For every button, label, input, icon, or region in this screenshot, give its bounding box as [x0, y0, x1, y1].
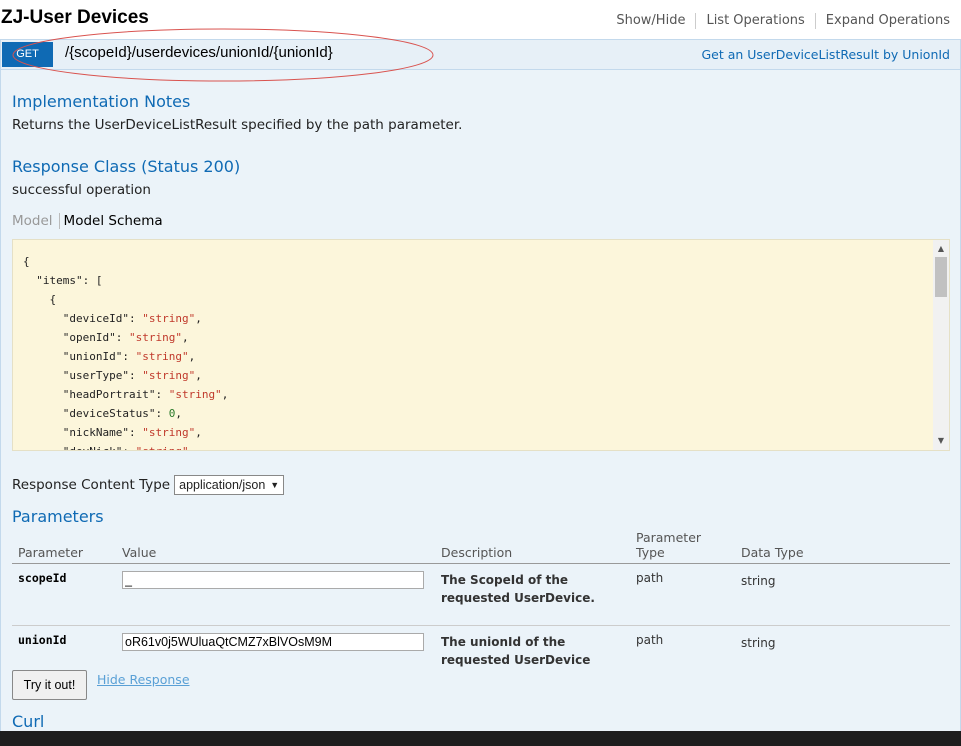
curl-heading: Curl — [12, 712, 45, 731]
param-description: The ScopeId of the requested UserDevice. — [435, 563, 630, 626]
response-content-type-label: Response Content Type — [12, 477, 171, 493]
resource-links: Show/Hide List Operations Expand Operati… — [616, 13, 950, 29]
column-header-value: Value — [116, 530, 435, 564]
tab-model-schema[interactable]: Model Schema — [60, 213, 163, 229]
expand-operations-link[interactable]: Expand Operations — [814, 13, 950, 29]
response-content-type-select[interactable]: application/json ▼ — [174, 475, 285, 495]
model-schema-box[interactable]: { "items": [ { "deviceId": "string", "op… — [12, 239, 950, 451]
column-header-parameter-type: Parameter Type — [630, 530, 735, 564]
table-row: unionId The unionId of the requested Use… — [12, 626, 950, 678]
response-class-heading: Response Class (Status 200) — [12, 157, 241, 176]
parameters-table: Parameter Value Description Parameter Ty… — [12, 530, 950, 677]
hide-response-link[interactable]: Hide Response — [97, 672, 190, 687]
taskbar — [0, 731, 961, 746]
schema-line: "openId": "string", — [23, 331, 189, 344]
data-type: string — [735, 563, 950, 626]
unionid-input[interactable] — [122, 633, 424, 651]
operation-summary[interactable]: Get an UserDeviceListResult by UnionId — [701, 47, 950, 62]
column-header-description: Description — [435, 530, 630, 564]
data-type: string — [741, 636, 776, 650]
schema-line: "deviceId": "string", — [23, 312, 202, 325]
response-content-type: Response Content Type application/json ▼ — [12, 475, 285, 495]
scroll-thumb[interactable] — [935, 257, 947, 297]
annotation-ellipse-icon — [12, 28, 434, 82]
list-operations-link[interactable]: List Operations — [695, 13, 814, 29]
dropdown-arrow-icon: ▼ — [270, 480, 280, 490]
schema-line: "nickName": "string", — [23, 426, 202, 439]
implementation-notes-heading: Implementation Notes — [12, 92, 191, 111]
tab-model[interactable]: Model — [12, 213, 60, 229]
column-header-parameter: Parameter — [12, 530, 116, 564]
schema-line: { — [23, 255, 30, 268]
show-hide-link[interactable]: Show/Hide — [616, 13, 695, 29]
column-header-data-type: Data Type — [735, 530, 950, 564]
scopeid-input[interactable] — [122, 571, 424, 589]
schema-line: "headPortrait": "string", — [23, 388, 229, 401]
scroll-down-icon[interactable]: ▼ — [933, 434, 949, 448]
schema-line: "userType": "string", — [23, 369, 202, 382]
model-tabs: Model Model Schema — [12, 213, 163, 229]
param-description: The unionId of the requested UserDevice — [441, 635, 591, 667]
try-it-out-button[interactable]: Try it out! — [12, 670, 87, 700]
schema-line: "unionId": "string", — [23, 350, 196, 363]
parameters-heading: Parameters — [12, 507, 104, 526]
param-name-scopeid: scopeId — [12, 563, 116, 626]
scroll-up-icon[interactable]: ▲ — [933, 242, 949, 256]
param-type: path — [630, 563, 735, 626]
param-type: path — [636, 633, 664, 647]
response-class-text: successful operation — [12, 182, 151, 198]
implementation-notes-text: Returns the UserDeviceListResult specifi… — [12, 117, 463, 133]
model-schema-code: { "items": [ { "deviceId": "string", "op… — [23, 252, 229, 450]
table-row: scopeId The ScopeId of the requested Use… — [12, 563, 950, 626]
schema-line: "items": [ — [23, 274, 103, 287]
schema-line: { — [23, 293, 57, 306]
schema-line: "deviceStatus": 0, — [23, 407, 182, 420]
operation-panel: GET /{scopeId}/userdevices/unionId/{unio… — [0, 28, 961, 740]
schema-scrollbar[interactable]: ▲ ▼ — [933, 240, 949, 450]
schema-line: "devNick": "string", — [23, 445, 195, 450]
response-content-type-value: application/json — [179, 478, 266, 492]
operation-heading[interactable]: GET /{scopeId}/userdevices/unionId/{unio… — [1, 28, 960, 82]
